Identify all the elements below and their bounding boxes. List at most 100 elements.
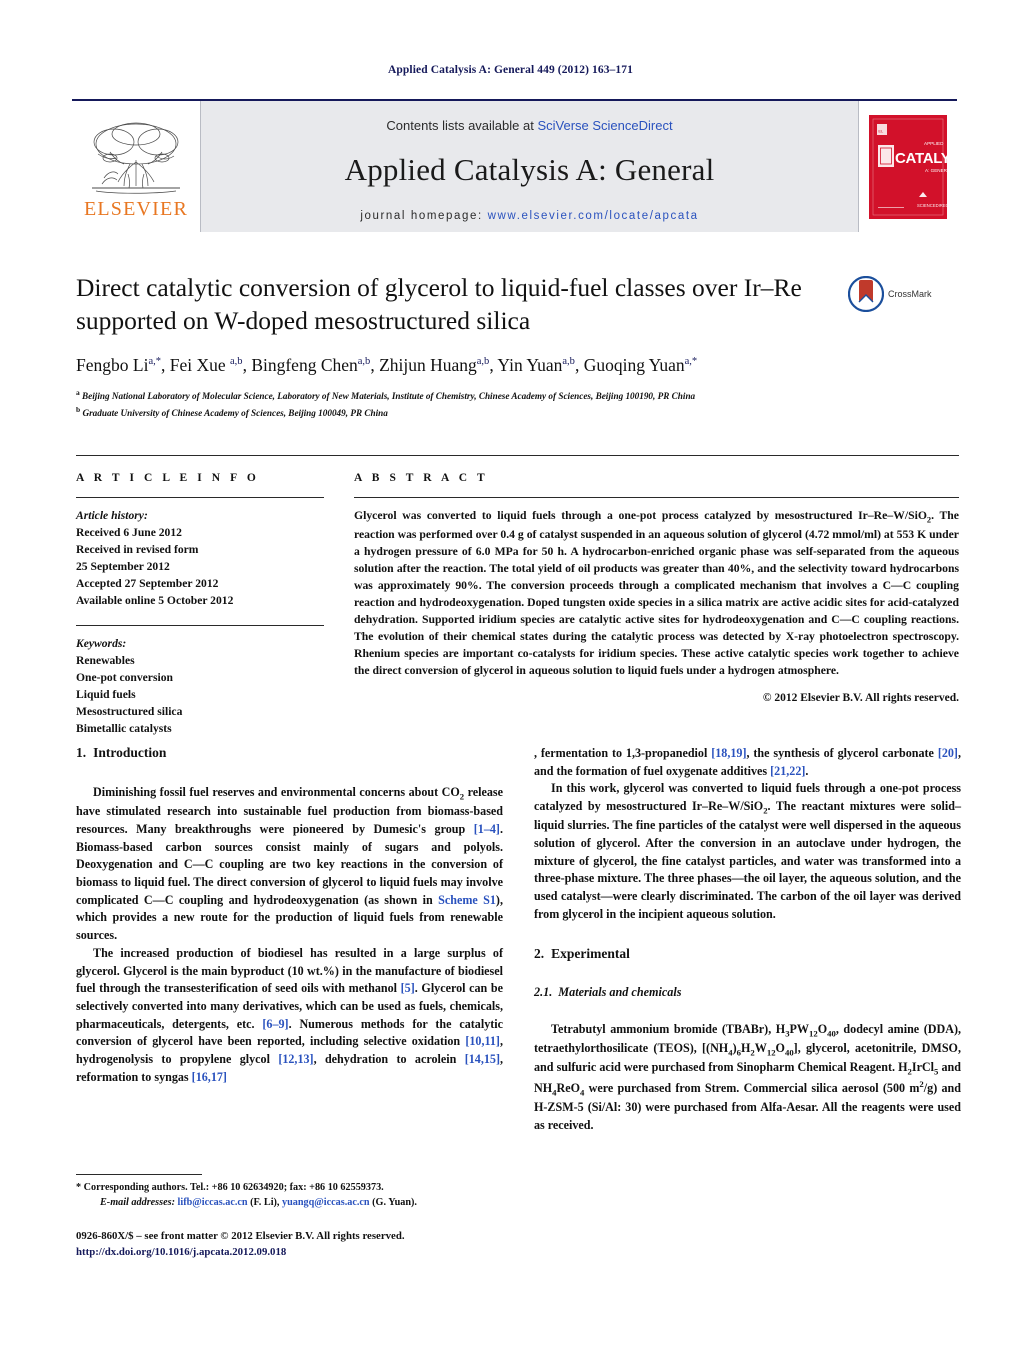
footnote-corresponding: * Corresponding authors. Tel.: +86 10 62…	[76, 1181, 503, 1196]
intro-paragraph-1: Diminishing fossil fuel reserves and env…	[76, 784, 503, 945]
text-run: W	[754, 1040, 767, 1055]
column-gap	[503, 745, 534, 1135]
citation-link[interactable]: [21,22]	[770, 764, 805, 778]
homepage-prefix: journal homepage:	[360, 210, 488, 222]
intro-paragraph-3: In this work, glycerol was converted to …	[534, 780, 961, 923]
keyword-item: Mesostructured silica	[76, 705, 183, 719]
text-run: , the synthesis of glycerol carbonate	[746, 746, 938, 760]
subsection-title: Materials and chemicals	[558, 984, 682, 999]
masthead-center: Contents lists available at SciVerse Sci…	[200, 101, 859, 232]
subscript: 40	[784, 1047, 794, 1058]
section-number: 1.	[76, 745, 87, 760]
citation-link[interactable]: [20]	[938, 746, 958, 760]
history-item: Accepted 27 September 2012	[76, 577, 219, 591]
article-info-heading: A R T I C L E I N F O	[76, 472, 260, 484]
body-columns: 1. Introduction Diminishing fossil fuel r…	[76, 745, 961, 1135]
section-heading-introduction: 1. Introduction	[76, 745, 503, 761]
elsevier-logo: ELSEVIER	[72, 101, 200, 232]
subsection-heading-materials: 2.1. Materials and chemicals	[534, 985, 961, 1000]
abstract-copyright: © 2012 Elsevier B.V. All rights reserved…	[762, 692, 959, 705]
affiliation-a: a Beijing National Laboratory of Molecul…	[76, 388, 696, 402]
keyword-list: Keywords: Renewables One-pot conversion …	[76, 635, 324, 737]
crossmark-label: CrossMark	[888, 289, 932, 299]
abstract-column: A B S T R A C T Glycerol was converted t…	[354, 472, 959, 737]
citation-link[interactable]: [10,11]	[465, 1034, 500, 1048]
doi-link[interactable]: http://dx.doi.org/10.1016/j.apcata.2012.…	[76, 1244, 546, 1260]
materials-paragraph: Tetrabutyl ammonium bromide (TBABr), H3P…	[534, 1021, 961, 1135]
keyword-item: Bimetallic catalysts	[76, 722, 172, 736]
affiliation-b-text: Graduate University of Chinese Academy o…	[82, 407, 388, 418]
email-label: E-mail addresses:	[100, 1196, 175, 1208]
info-abstract-band: A R T I C L E I N F O Article history: R…	[76, 455, 959, 737]
affiliation-a-text: Beijing National Laboratory of Molecular…	[82, 391, 696, 402]
email-link-2[interactable]: yuangq@iccas.ac.cn	[282, 1197, 370, 1208]
abstract-rule	[354, 497, 959, 498]
affiliation-list: a Beijing National Laboratory of Molecul…	[76, 387, 936, 421]
svg-text:A: GENERAL: A: GENERAL	[925, 168, 947, 173]
text-run: Diminishing fossil fuel reserves and env…	[93, 785, 460, 799]
elsevier-tree-icon	[92, 122, 180, 194]
paper-page: Applied Catalysis A: General 449 (2012) …	[0, 0, 1021, 1351]
author-list: Fengbo Lia,*, Fei Xue a,b, Bingfeng Chen…	[76, 355, 698, 376]
contents-prefix: Contents lists available at	[386, 118, 538, 133]
section-title: Introduction	[93, 745, 167, 760]
imprint-block: 0926-860X/$ – see front matter © 2012 El…	[76, 1228, 546, 1260]
crossmark-badge[interactable]: CrossMark	[848, 276, 956, 312]
journal-cover-thumbnail: EL CATALYSIS APPLIED A: GENERAL SCIENCED…	[859, 101, 957, 232]
abstract-part2: . The reaction was performed over 0.4 g …	[354, 509, 959, 678]
citation-link[interactable]: [1–4]	[474, 822, 500, 836]
title-block: Direct catalytic conversion of glycerol …	[76, 272, 956, 421]
text-run: IrCl	[911, 1059, 935, 1074]
text-run: . The reactant mixtures were solid–liqui…	[534, 799, 961, 921]
scheme-link[interactable]: Scheme S1	[438, 893, 496, 907]
section-heading-experimental: 2. Experimental	[534, 946, 961, 962]
crossmark-icon	[848, 276, 884, 312]
history-item: Available online 5 October 2012	[76, 594, 234, 608]
band-gap	[324, 472, 354, 737]
contents-available-line: Contents lists available at SciVerse Sci…	[386, 118, 672, 133]
text-run: ReO	[556, 1081, 581, 1096]
citation-link[interactable]: [18,19]	[711, 746, 746, 760]
citation-link[interactable]: [14,15]	[465, 1052, 500, 1066]
svg-text:SCIENCEDIRECT: SCIENCEDIRECT	[917, 203, 947, 208]
journal-homepage-link[interactable]: www.elsevier.com/locate/apcata	[488, 210, 699, 222]
keyword-item: Liquid fuels	[76, 688, 136, 702]
text-run: were purchased from Strem. Commercial si…	[584, 1081, 920, 1096]
email-owner-1: (F. Li),	[247, 1196, 280, 1208]
section-number: 2.	[534, 945, 545, 961]
citation-link[interactable]: [12,13]	[278, 1052, 313, 1066]
text-run: Tetrabutyl ammonium bromide (TBABr), H	[551, 1021, 786, 1036]
footnote-emails: E-mail addresses: lifb@iccas.ac.cn (F. L…	[76, 1196, 503, 1211]
history-item: Received 6 June 2012	[76, 526, 182, 540]
svg-text:CATALYSIS: CATALYSIS	[895, 150, 947, 167]
intro-paragraph-2: The increased production of biodiesel ha…	[76, 945, 503, 1087]
journal-cover-image: EL CATALYSIS APPLIED A: GENERAL SCIENCED…	[869, 114, 947, 219]
svg-text:EL: EL	[878, 128, 884, 133]
article-history-label: Article history:	[76, 509, 148, 522]
subscript: 40	[827, 1027, 836, 1038]
elsevier-wordmark: ELSEVIER	[83, 198, 189, 220]
running-head: Applied Catalysis A: General 449 (2012) …	[388, 64, 633, 76]
email-link-1[interactable]: lifb@iccas.ac.cn	[178, 1197, 248, 1208]
text-run: O	[775, 1040, 785, 1055]
subscript: 12	[809, 1027, 818, 1038]
journal-masthead: ELSEVIER Contents lists available at Sci…	[72, 99, 957, 232]
subscript: 12	[766, 1047, 776, 1058]
article-info-rule	[76, 497, 324, 498]
journal-title: Applied Catalysis A: General	[344, 152, 715, 187]
citation-link[interactable]: [5]	[401, 981, 415, 995]
citation-link[interactable]: [6–9]	[262, 1017, 288, 1031]
text-run: O	[817, 1021, 828, 1036]
keyword-item: Renewables	[76, 654, 135, 668]
citation-link[interactable]: [16,17]	[192, 1070, 227, 1084]
article-history: Article history: Received 6 June 2012 Re…	[76, 507, 324, 609]
intro-paragraph-2-continued: , fermentation to 1,3-propanediol [18,19…	[534, 745, 961, 780]
sciencedirect-link[interactable]: SciVerse ScienceDirect	[537, 118, 672, 133]
affiliation-b: b Graduate University of Chinese Academy…	[76, 404, 388, 418]
abstract-heading: A B S T R A C T	[354, 472, 489, 484]
journal-homepage-line: journal homepage: www.elsevier.com/locat…	[360, 210, 698, 222]
